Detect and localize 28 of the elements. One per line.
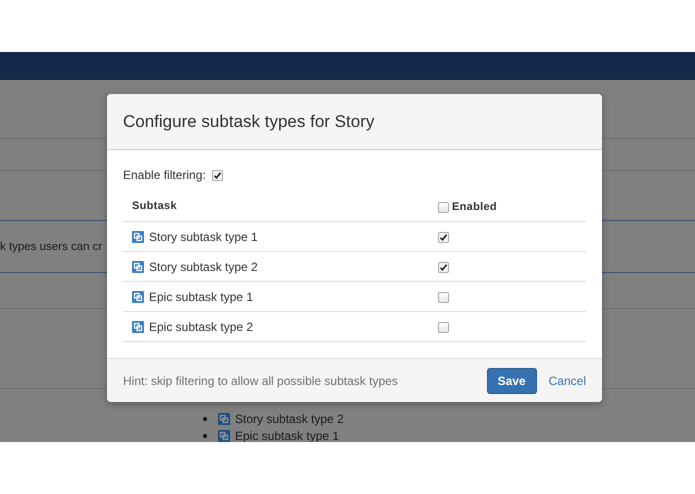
subtask-icon (132, 290, 144, 302)
checkbox[interactable] (438, 322, 449, 333)
subtask-icon (218, 412, 230, 424)
subtask-icon (132, 320, 144, 332)
bullet-icon (203, 434, 207, 438)
subtask-icon (132, 230, 144, 242)
column-header: Subtask (131, 200, 178, 212)
subtask-name: Story subtask type 2 (235, 412, 344, 426)
bullet-icon (203, 416, 207, 420)
subtask-icon (218, 430, 230, 442)
dialog-title: Configure subtask types for Story (123, 112, 374, 132)
checkbox[interactable] (438, 202, 449, 212)
save-button[interactable]: Save (486, 368, 537, 394)
checkbox[interactable] (438, 292, 449, 303)
subtask-name: Epic subtask type 1 (149, 290, 254, 304)
filter-label: Enable filtering: (123, 168, 206, 182)
cancel-link[interactable]: Cancel (546, 374, 586, 388)
subtask-name: Epic subtask type 1 (235, 428, 340, 442)
subtask-name: Story subtask type 2 (149, 260, 258, 274)
subtask-name: Epic subtask type 2 (149, 320, 254, 334)
subtask-name: Story subtask type 1 (149, 230, 258, 244)
checkbox[interactable] (438, 232, 449, 243)
checkbox[interactable] (438, 262, 449, 273)
description-text: k types users can cr (0, 240, 102, 252)
subtask-icon (132, 260, 144, 272)
column-header: Enabled (452, 201, 497, 213)
hint-text: Hint: skip filtering to allow all possible subtask types (123, 374, 399, 388)
checkbox[interactable] (212, 170, 223, 180)
